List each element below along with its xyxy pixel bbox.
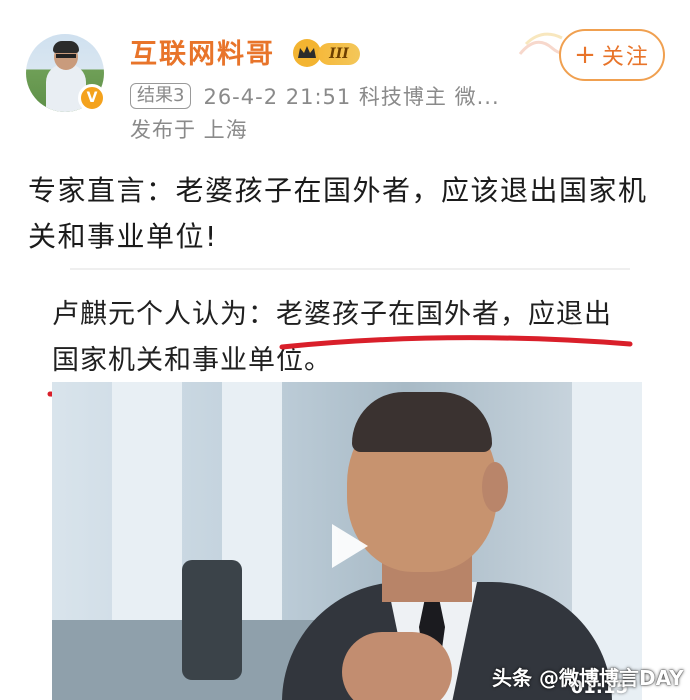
result-tag: 结果3 [130,83,192,109]
quote-line-1: 卢麒元个人认为：老婆孩子在国外者，应退出 [52,299,612,330]
video-thumbnail[interactable]: 01:15 [52,382,642,700]
post-content: 专家直言：老婆孩子在国外者，应该退出国家机关和事业单位! [28,174,648,253]
embedded-card[interactable]: 卢麒元个人认为：老婆孩子在国外者，应退出 国家机关和事业单位。 01:15 [0,268,690,700]
avatar-glasses [56,54,76,58]
video-person-hand [342,632,452,700]
post-header: V 互联网料哥 III + 关注 结果3 26-4-2 21:51 科技博主 微… [0,0,690,150]
quote-text: 卢麒元个人认为：老婆孩子在国外者，应退出 国家机关和事业单位。 [52,292,652,384]
post-location: 发布于 上海 [130,118,248,142]
divider [70,268,630,270]
post-meta: 26-4-2 21:51 科技博主 微... [203,85,500,109]
avatar-figure-hair [53,41,79,53]
play-icon[interactable] [332,524,368,568]
plus-icon: + [574,40,598,70]
follow-button[interactable]: + 关注 [559,29,665,81]
watermark: 头条 @微博博言DAY [492,666,684,690]
vip-level: III [318,43,360,65]
username[interactable]: 互联网料哥 [130,32,275,71]
quote-line-2: 国家机关和事业单位。 [52,345,332,376]
follow-label: 关注 [601,45,650,70]
meta-line: 结果3 26-4-2 21:51 科技博主 微... [130,82,500,110]
vip-badge[interactable]: III [290,38,362,68]
video-bg-chair [182,560,242,680]
video-person-ear [482,462,508,512]
video-person-hair [352,392,492,452]
verified-v-icon: V [78,84,106,112]
